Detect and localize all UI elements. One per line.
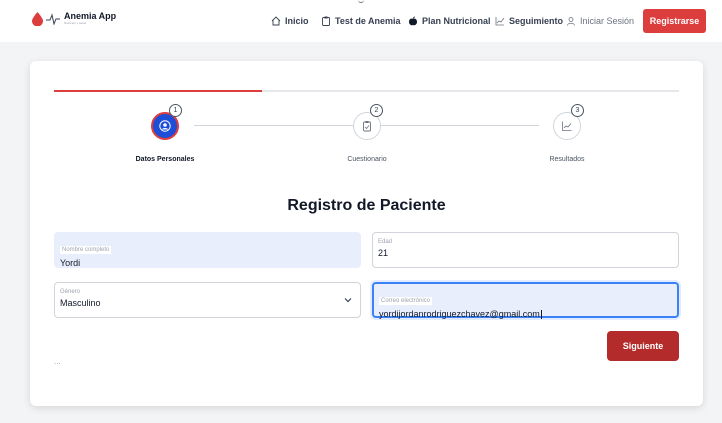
brand-tagline: Nutrición y salud [64, 21, 87, 25]
correo-field[interactable]: Correo electrónico yordijordanrodriguezc… [372, 282, 679, 321]
nav-plan-nutricional[interactable]: Plan Nutricional [408, 14, 491, 28]
nav-seguimiento[interactable]: Seguimiento [495, 14, 563, 28]
step-3-number: 3 [571, 104, 584, 117]
edad-field[interactable]: Edad 21 [372, 232, 679, 268]
edad-label: Edad [378, 239, 393, 245]
step-connector-1 [194, 125, 353, 126]
apple-icon [409, 16, 417, 26]
correo-value: yordijordanrodriguezchavez@gmail.com [379, 309, 540, 319]
form-title: Registro de Paciente [287, 197, 446, 214]
edad-value: 21 [378, 248, 389, 258]
nav-inicio[interactable]: Inicio [271, 14, 309, 28]
step-3-label: Resultados [549, 156, 585, 163]
trend-icon [562, 121, 572, 131]
blood-drop-icon [32, 12, 43, 26]
brand-logo[interactable]: Anemia App Nutrición y salud [32, 11, 116, 26]
next-button[interactable]: Siguiente [607, 331, 679, 361]
user-icon [159, 120, 171, 132]
register-button[interactable]: Registrarse [643, 9, 706, 33]
nav-seguimiento-label: Seguimiento [509, 16, 564, 26]
home-icon [271, 16, 281, 26]
step-2-label: Cuestionario [347, 156, 387, 163]
chevron-down-icon [344, 298, 352, 303]
text-caret [540, 310, 542, 320]
nav-login[interactable]: Iniciar Sesión [566, 14, 634, 28]
step-2-number: 2 [370, 104, 383, 117]
genero-select[interactable]: Género Masculino [54, 282, 361, 318]
nav-test-anemia[interactable]: Test de Anemia [321, 14, 401, 28]
nav-login-label: Iniciar Sesión [580, 16, 635, 26]
top-navbar: Anemia App Nutrición y salud Inicio Test… [0, 0, 722, 42]
genero-label: Género [60, 289, 81, 295]
progress-bar [54, 90, 679, 92]
progress-bar-fill [54, 90, 263, 92]
registration-card: 1 Datos Personales 2 Cuestionario 3 Resu… [30, 61, 703, 406]
heartbeat-icon [46, 13, 60, 25]
notch-indicator [358, 0, 364, 3]
nav-test-label: Test de Anemia [335, 16, 401, 26]
nav-inicio-label: Inicio [285, 16, 309, 26]
brand-name: Anemia App [64, 11, 117, 21]
user-icon [567, 17, 575, 26]
nombre-value: Yordi [60, 258, 81, 268]
step-1-label: Datos Personales [135, 156, 195, 163]
nombre-label: Nombre completo [60, 246, 112, 254]
step-connector-2 [380, 125, 539, 126]
nombre-field[interactable]: Nombre completo Yordi [54, 232, 361, 268]
clipboard-icon [363, 121, 371, 132]
nav-plan-label: Plan Nutricional [422, 16, 491, 26]
step-1-number: 1 [169, 104, 182, 117]
correo-value-wrap: yordijordanrodriguezchavez@gmail.com [379, 308, 672, 321]
genero-value: Masculino [60, 298, 101, 308]
clipboard-icon [322, 16, 330, 26]
chart-line-icon [495, 17, 505, 26]
correo-label: Correo electrónico [379, 297, 433, 305]
ellipsis-text: ... [54, 357, 61, 366]
